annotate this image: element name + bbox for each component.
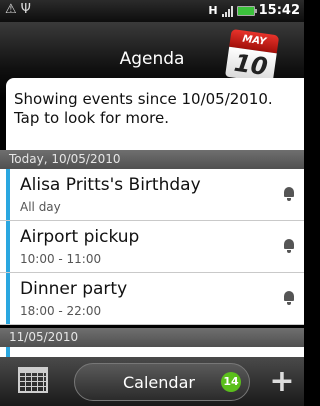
section-header-next: 11/05/2010 bbox=[0, 328, 304, 347]
status-bar: ⚠Ψ H 15:42 bbox=[0, 0, 304, 22]
plus-icon: + bbox=[269, 364, 295, 399]
bottom-bar: Calendar 14 + bbox=[0, 357, 304, 406]
usb-icon: Ψ bbox=[20, 2, 35, 17]
event-color-bar bbox=[6, 169, 10, 220]
add-event-button[interactable]: + bbox=[262, 363, 302, 401]
bell-icon bbox=[284, 187, 294, 201]
event-row[interactable]: Dinner party 18:00 - 22:00 bbox=[0, 273, 304, 325]
event-color-bar bbox=[6, 347, 10, 357]
event-time: 10:00 - 11:00 bbox=[20, 252, 102, 266]
clock: 15:42 bbox=[258, 3, 300, 18]
battery-icon bbox=[236, 5, 257, 16]
section-header-today: Today, 10/05/2010 bbox=[0, 150, 304, 169]
event-row-partial[interactable] bbox=[0, 347, 304, 357]
info-text: Showing events since 10/05/2010. Tap to … bbox=[14, 90, 273, 128]
event-row[interactable]: Alisa Pritts's Birthday All day bbox=[0, 169, 304, 221]
event-title: Airport pickup bbox=[20, 227, 140, 247]
signal-icon bbox=[221, 5, 233, 17]
info-line-1: Showing events since 10/05/2010. bbox=[14, 90, 273, 108]
month-view-button[interactable] bbox=[14, 363, 56, 401]
calendar-tab-label: Calendar bbox=[123, 373, 195, 392]
calendar-icon: MAY 10 bbox=[225, 28, 280, 85]
status-right: H 15:42 bbox=[208, 3, 300, 18]
event-time: 18:00 - 22:00 bbox=[20, 304, 102, 318]
calendar-grid-icon bbox=[18, 367, 48, 393]
event-time: All day bbox=[20, 200, 61, 214]
info-message[interactable]: Showing events since 10/05/2010. Tap to … bbox=[6, 78, 304, 150]
event-count-badge: 14 bbox=[221, 372, 241, 392]
network-type: H bbox=[208, 4, 218, 17]
event-title: Alisa Pritts's Birthday bbox=[20, 175, 201, 195]
bell-icon bbox=[284, 239, 294, 253]
info-line-2: Tap to look for more. bbox=[14, 109, 169, 127]
status-left-icons: ⚠Ψ bbox=[5, 2, 35, 17]
calendar-tab[interactable]: Calendar 14 bbox=[74, 363, 250, 401]
event-color-bar bbox=[6, 273, 10, 324]
event-row[interactable]: Airport pickup 10:00 - 11:00 bbox=[0, 221, 304, 273]
warning-icon: ⚠ bbox=[5, 2, 21, 17]
event-color-bar bbox=[6, 221, 10, 272]
event-title: Dinner party bbox=[20, 279, 128, 299]
bell-icon bbox=[284, 291, 294, 305]
